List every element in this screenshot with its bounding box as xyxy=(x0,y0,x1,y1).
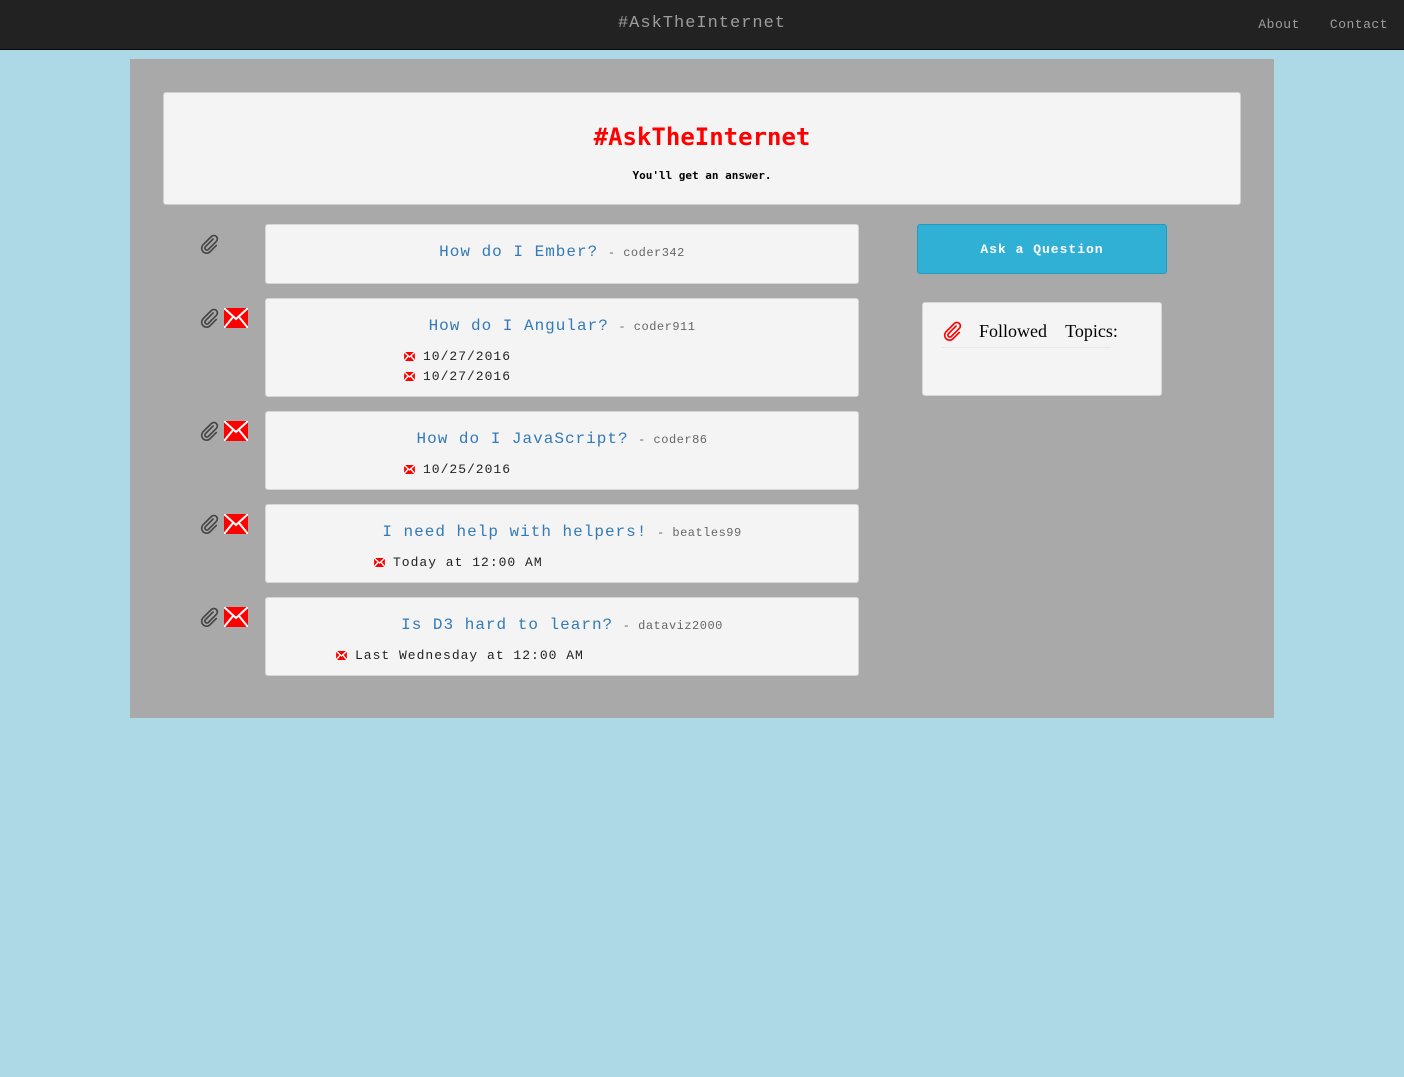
followed-topics-divider xyxy=(941,347,1111,348)
followed-topics-header: Followed Topics: xyxy=(941,320,1118,342)
envelope-icon[interactable] xyxy=(224,514,248,534)
question-header: How do I JavaScript? - coder86 xyxy=(266,430,858,448)
jumbotron-title: #AskTheInternet xyxy=(593,123,811,151)
question-title-link[interactable]: How do I Angular? xyxy=(429,317,609,335)
question-header: How do I Ember? - coder342 xyxy=(266,243,858,261)
question-title-link[interactable]: How do I JavaScript? xyxy=(417,430,629,448)
navbar-brand[interactable]: #AskTheInternet xyxy=(0,14,1404,33)
question-card: Is D3 hard to learn? - dataviz2000 Last W… xyxy=(265,597,859,676)
nav-link-about[interactable]: About xyxy=(1258,17,1300,32)
question-author: - coder342 xyxy=(607,246,685,260)
question-author: - coder86 xyxy=(638,433,708,447)
envelope-icon xyxy=(404,352,415,361)
question-card: I need help with helpers! - beatles99 Tod… xyxy=(265,504,859,583)
envelope-icon xyxy=(404,372,415,381)
answer-item: 10/27/2016 xyxy=(404,349,511,364)
answer-item: Last Wednesday at 12:00 AM xyxy=(336,648,584,663)
paperclip-icon[interactable] xyxy=(198,420,220,442)
nav-link-contact[interactable]: Contact xyxy=(1330,17,1388,32)
question-actions xyxy=(198,513,248,535)
answer-timestamp: 10/27/2016 xyxy=(423,349,512,364)
nav-links: About Contact xyxy=(1258,17,1388,32)
paperclip-icon[interactable] xyxy=(198,606,220,628)
ask-question-button[interactable]: Ask a Question xyxy=(917,224,1167,274)
paperclip-icon xyxy=(941,320,963,342)
answer-timestamp: Last Wednesday at 12:00 AM xyxy=(355,648,584,663)
answer-timestamp: Today at 12:00 AM xyxy=(393,555,543,570)
envelope-icon[interactable] xyxy=(224,607,248,627)
question-title-link[interactable]: How do I Ember? xyxy=(439,243,598,261)
followed-topics-panel: Followed Topics: xyxy=(922,302,1162,396)
question-header: Is D3 hard to learn? - dataviz2000 xyxy=(266,616,858,634)
question-title-link[interactable]: I need help with helpers! xyxy=(382,523,647,541)
followed-topics-title: Followed Topics: xyxy=(979,320,1118,341)
question-actions xyxy=(198,606,248,628)
question-author: - beatles99 xyxy=(656,526,742,540)
question-actions xyxy=(198,420,248,442)
question-header: I need help with helpers! - beatles99 xyxy=(266,523,858,541)
envelope-icon[interactable] xyxy=(224,308,248,328)
envelope-icon xyxy=(374,558,385,567)
answer-timestamp: 10/27/2016 xyxy=(423,369,512,384)
answer-item: 10/25/2016 xyxy=(404,462,511,477)
question-card: How do I Angular? - coder911 10/27/2016 10… xyxy=(265,298,859,397)
question-card: How do I JavaScript? - coder86 10/25/2016 xyxy=(265,411,859,490)
question-card: How do I Ember? - coder342 xyxy=(265,224,859,284)
answer-item: Today at 12:00 AM xyxy=(374,555,543,570)
paperclip-icon[interactable] xyxy=(198,513,220,535)
jumbotron: #AskTheInternet You'll get an answer. xyxy=(163,92,1241,205)
jumbotron-subtitle: You'll get an answer. xyxy=(632,169,772,182)
question-author: - coder911 xyxy=(618,320,696,334)
envelope-icon xyxy=(404,465,415,474)
paperclip-icon[interactable] xyxy=(198,233,220,255)
answer-timestamp: 10/25/2016 xyxy=(423,462,512,477)
question-header: How do I Angular? - coder911 xyxy=(266,317,858,335)
question-actions xyxy=(198,233,220,255)
navbar: #AskTheInternet About Contact xyxy=(0,0,1404,50)
main-container: #AskTheInternet You'll get an answer. Ho… xyxy=(130,59,1274,718)
paperclip-icon[interactable] xyxy=(198,307,220,329)
envelope-icon xyxy=(336,651,347,660)
question-author: - dataviz2000 xyxy=(622,619,723,633)
answer-item: 10/27/2016 xyxy=(404,369,511,384)
question-actions xyxy=(198,307,248,329)
envelope-icon[interactable] xyxy=(224,421,248,441)
question-title-link[interactable]: Is D3 hard to learn? xyxy=(401,616,613,634)
